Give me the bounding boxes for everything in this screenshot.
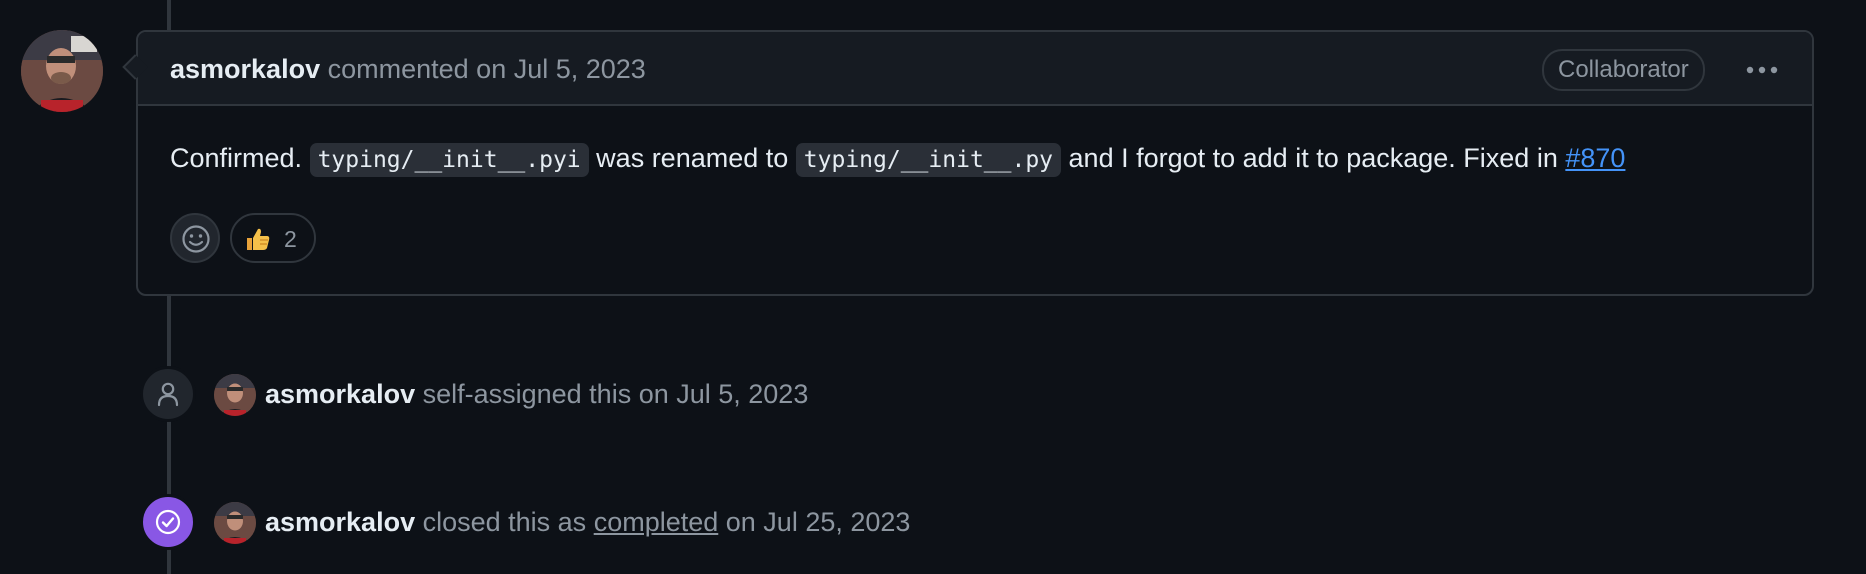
collaborator-badge: Collaborator — [1542, 49, 1705, 91]
completed-link[interactable]: completed — [594, 507, 719, 537]
thumbs-up-icon — [247, 228, 270, 250]
body-text: Confirmed. — [170, 143, 310, 173]
event-description: closed this as — [415, 507, 594, 537]
event-date: on Jul 25, 2023 — [718, 507, 911, 537]
inline-code: typing/__init__.py — [795, 143, 1062, 177]
avatar[interactable] — [214, 502, 256, 544]
event-text: asmorkalov closed this as completed on J… — [265, 505, 910, 539]
event-description: self-assigned this on Jul 5, 2023 — [415, 379, 809, 409]
body-text: and I forgot to add it to package. Fixed… — [1061, 143, 1566, 173]
person-icon — [157, 382, 179, 407]
comment-header: asmorkalov commented on Jul 5, 2023 Coll… — [138, 32, 1812, 106]
body-text: was renamed to — [588, 143, 796, 173]
kebab-horizontal-icon[interactable] — [1742, 52, 1782, 88]
comment-card: asmorkalov commented on Jul 5, 2023 Coll… — [136, 30, 1814, 296]
check-circle-icon — [155, 509, 181, 535]
event-badge — [140, 366, 196, 422]
event-author[interactable]: asmorkalov — [265, 379, 415, 409]
event-text: asmorkalov self-assigned this on Jul 5, … — [265, 377, 808, 411]
event-badge — [140, 494, 196, 550]
comment-timestamp[interactable]: commented on Jul 5, 2023 — [328, 54, 646, 84]
smiley-icon — [182, 225, 210, 253]
add-reaction-button[interactable] — [170, 213, 220, 263]
issue-timeline: asmorkalov commented on Jul 5, 2023 Coll… — [0, 0, 1866, 574]
comment-body: Confirmed. typing/__init__.pyi was renam… — [170, 140, 1625, 178]
issue-link[interactable]: #870 — [1565, 143, 1625, 173]
reaction-count: 2 — [284, 226, 297, 252]
avatar[interactable] — [21, 30, 103, 112]
avatar[interactable] — [214, 374, 256, 416]
event-author[interactable]: asmorkalov — [265, 507, 415, 537]
comment-meta: asmorkalov commented on Jul 5, 2023 — [170, 53, 646, 85]
thumbs-up-reaction[interactable]: 2 — [230, 213, 316, 263]
comment-author[interactable]: asmorkalov — [170, 54, 320, 84]
inline-code: typing/__init__.pyi — [309, 143, 589, 177]
